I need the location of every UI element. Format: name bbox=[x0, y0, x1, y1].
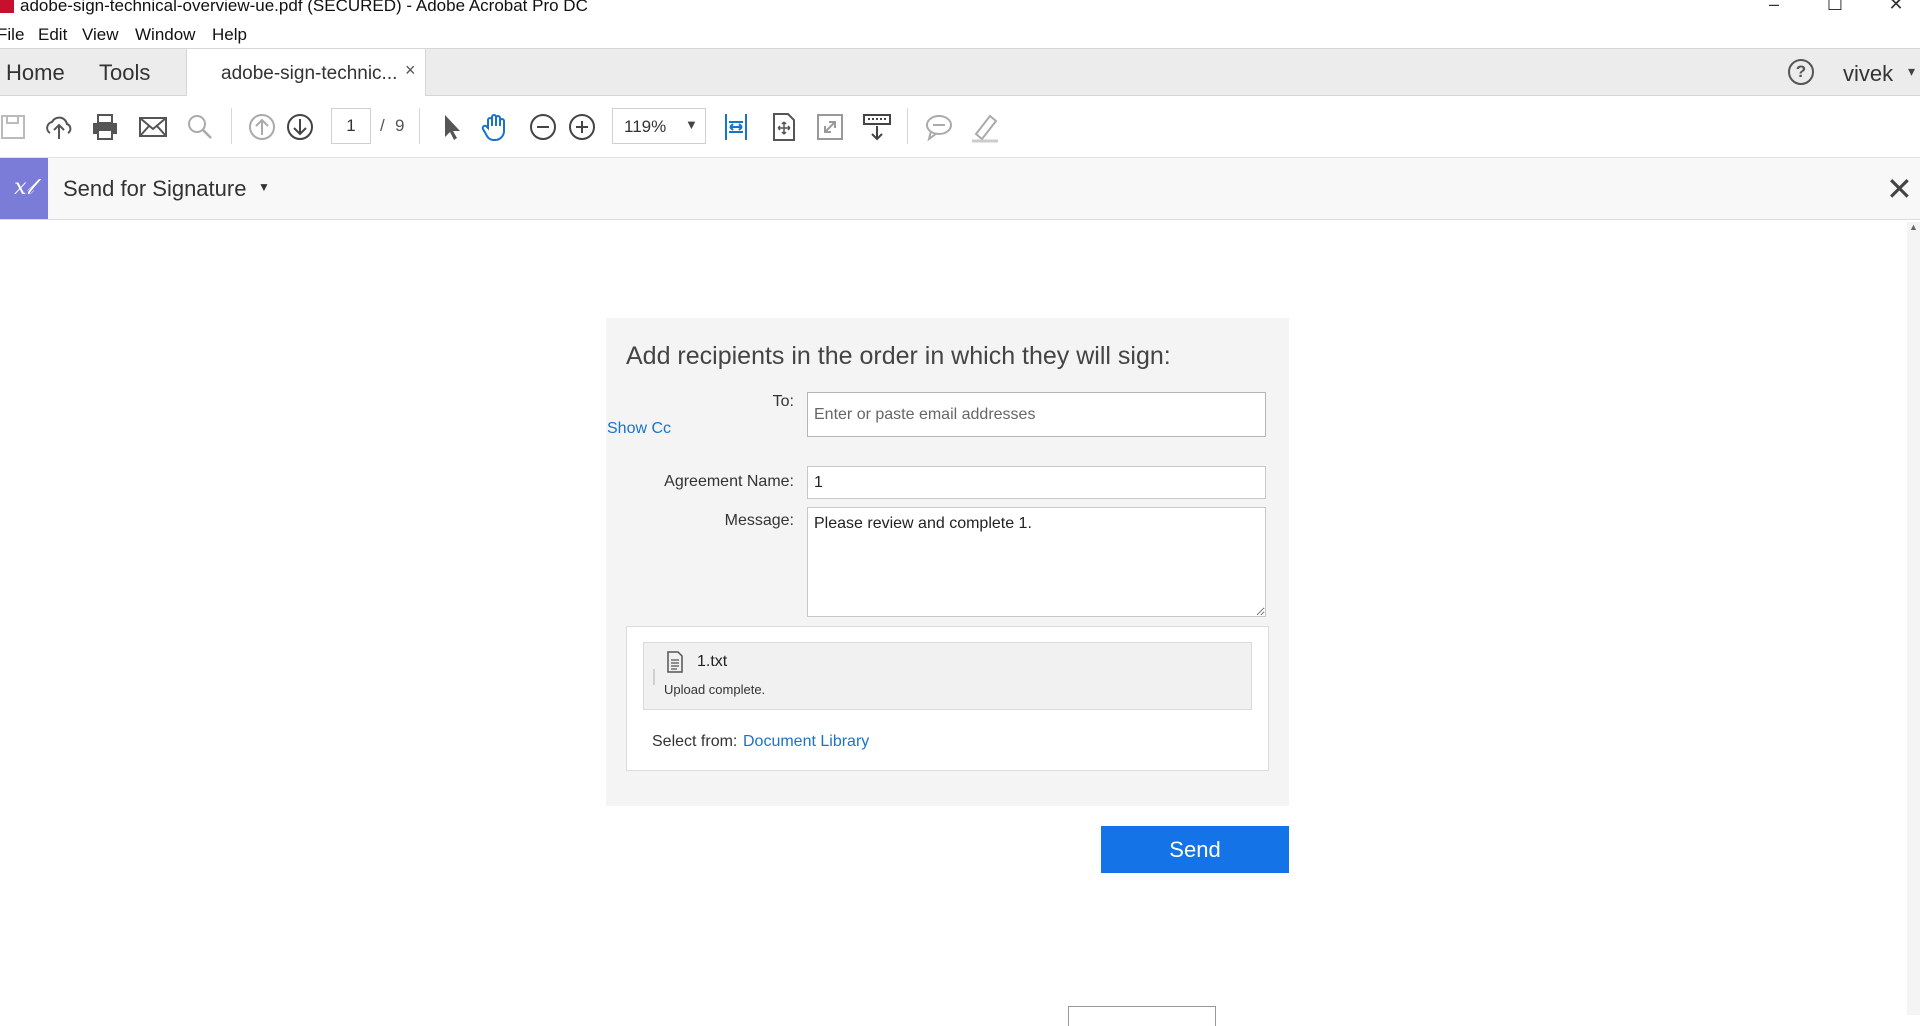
to-label: To: bbox=[772, 393, 794, 410]
attachments-box: 1.txt Upload complete. Select from: Docu… bbox=[626, 626, 1269, 771]
adobe-sign-icon: x𝓁 bbox=[0, 158, 48, 219]
toolbar-divider bbox=[907, 108, 908, 144]
upload-status: Upload complete. bbox=[664, 682, 766, 697]
menu-bar: File Edit View Window Help bbox=[0, 20, 1920, 48]
panel-title[interactable]: Send for Signature bbox=[63, 176, 246, 202]
highlight-pen-icon[interactable] bbox=[968, 110, 1002, 144]
select-cursor-icon[interactable] bbox=[434, 110, 468, 144]
title-bar: adobe-sign-technical-overview-ue.pdf (SE… bbox=[0, 0, 1920, 20]
zoom-select[interactable]: 119% ▼ bbox=[612, 108, 706, 144]
tab-tools[interactable]: Tools bbox=[99, 60, 150, 86]
toolbar: 1 / 9 119% ▼ bbox=[0, 96, 1920, 158]
user-menu-caret-icon[interactable]: ▾ bbox=[1908, 63, 1915, 80]
scroll-up-icon[interactable]: ▲ bbox=[1909, 222, 1918, 232]
acrobat-app-icon bbox=[0, 0, 14, 13]
close-window-button[interactable]: ✕ bbox=[1876, 0, 1916, 14]
help-icon[interactable]: ? bbox=[1788, 59, 1814, 85]
tab-document-label: adobe-sign-technic... bbox=[221, 63, 398, 84]
search-icon[interactable] bbox=[183, 110, 217, 144]
zoom-value: 119% bbox=[624, 117, 667, 136]
document-library-link[interactable]: Document Library bbox=[743, 733, 869, 751]
send-for-signature-header: x𝓁 Send for Signature ▼ ✕ bbox=[0, 158, 1920, 220]
vertical-scrollbar[interactable]: ▲ bbox=[1907, 222, 1920, 1015]
drag-handle-icon[interactable] bbox=[653, 669, 655, 685]
read-mode-icon[interactable] bbox=[860, 110, 894, 144]
agreement-name-label: Agreement Name: bbox=[664, 473, 794, 490]
message-textarea[interactable]: Please review and complete 1. bbox=[807, 507, 1266, 617]
maximize-button[interactable]: ☐ bbox=[1815, 0, 1855, 14]
fit-width-icon[interactable] bbox=[719, 110, 753, 144]
menu-edit[interactable]: Edit bbox=[38, 25, 67, 45]
menu-view[interactable]: View bbox=[82, 25, 119, 45]
zoom-out-icon[interactable] bbox=[526, 110, 560, 144]
file-name: 1.txt bbox=[697, 653, 728, 670]
message-label: Message: bbox=[724, 512, 794, 529]
attached-file-row[interactable]: 1.txt Upload complete. bbox=[643, 642, 1252, 710]
send-button[interactable]: Send bbox=[1101, 826, 1289, 873]
window-title: adobe-sign-technical-overview-ue.pdf (SE… bbox=[20, 0, 588, 15]
menu-window[interactable]: Window bbox=[135, 25, 195, 45]
agreement-name-input[interactable] bbox=[807, 466, 1266, 499]
comment-icon[interactable] bbox=[922, 110, 956, 144]
select-from-label: Select from: bbox=[652, 733, 738, 750]
full-screen-icon[interactable] bbox=[813, 110, 847, 144]
next-page-icon[interactable] bbox=[283, 110, 317, 144]
tab-home[interactable]: Home bbox=[6, 60, 65, 86]
toolbar-divider bbox=[231, 108, 232, 144]
upload-cloud-icon[interactable] bbox=[42, 110, 76, 144]
recipients-email-input[interactable] bbox=[807, 392, 1266, 437]
tab-document[interactable]: adobe-sign-technic... × bbox=[186, 49, 426, 97]
toolbar-divider bbox=[419, 108, 420, 144]
page-total: 9 bbox=[395, 116, 405, 135]
save-icon[interactable] bbox=[0, 110, 31, 144]
chevron-down-icon: ▼ bbox=[685, 117, 698, 132]
page-number-input[interactable]: 1 bbox=[331, 108, 371, 144]
menu-help[interactable]: Help bbox=[212, 25, 247, 45]
email-icon[interactable] bbox=[136, 110, 170, 144]
minimize-button[interactable]: – bbox=[1754, 0, 1794, 14]
print-icon[interactable] bbox=[88, 110, 122, 144]
hand-tool-icon[interactable] bbox=[479, 110, 513, 144]
show-cc-link[interactable]: Show Cc bbox=[607, 420, 671, 438]
zoom-in-icon[interactable] bbox=[565, 110, 599, 144]
menu-file[interactable]: File bbox=[0, 25, 24, 45]
tab-close-icon[interactable]: × bbox=[405, 60, 416, 81]
previous-page-icon[interactable] bbox=[245, 110, 279, 144]
page-separator: / bbox=[380, 116, 385, 135]
document-icon bbox=[666, 651, 684, 678]
user-menu[interactable]: vivek bbox=[1843, 61, 1893, 87]
tab-bar: Home Tools adobe-sign-technic... × ? viv… bbox=[0, 48, 1920, 97]
bottom-panel-tab[interactable] bbox=[1068, 1006, 1216, 1026]
close-panel-button[interactable]: ✕ bbox=[1886, 170, 1913, 208]
form-heading: Add recipients in the order in which the… bbox=[626, 342, 1171, 370]
fit-page-icon[interactable] bbox=[766, 110, 800, 144]
panel-title-caret-icon[interactable]: ▼ bbox=[258, 180, 270, 194]
